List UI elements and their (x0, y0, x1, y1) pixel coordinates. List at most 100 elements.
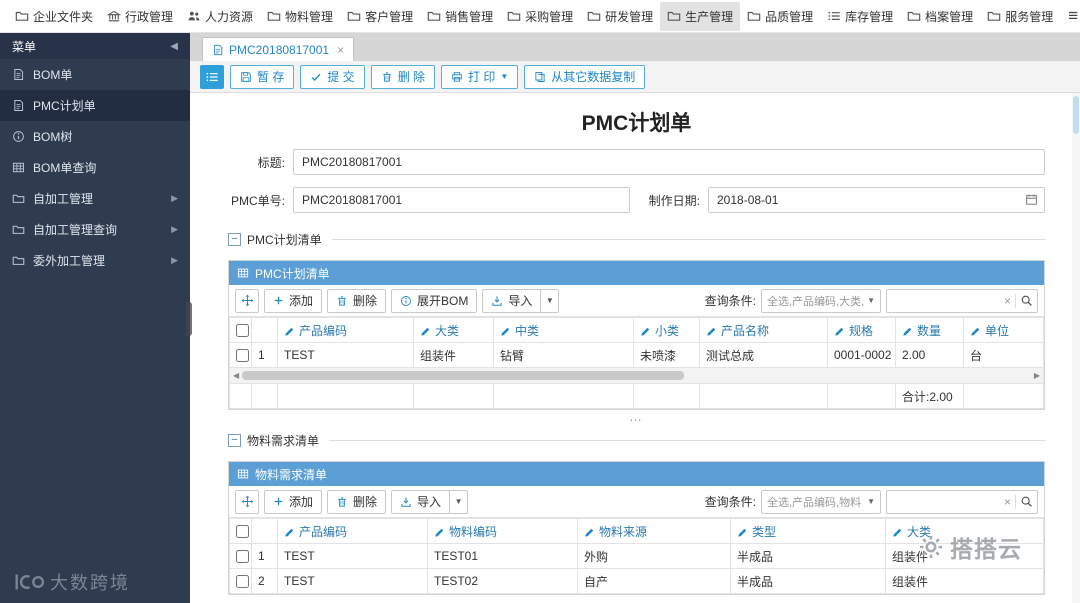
cell-product-name[interactable]: 测试总成 (699, 342, 828, 368)
column-header[interactable]: 产品编码 (277, 317, 414, 343)
column-header[interactable]: 产品编码 (277, 518, 428, 544)
delete-row-button[interactable]: 删除 (327, 288, 387, 313)
sidebar-item-bom[interactable]: BOM单 (0, 59, 190, 90)
search-icon[interactable] (1020, 495, 1033, 508)
hamburger-menu-icon[interactable]: ≡ (1060, 6, 1080, 26)
expand-grid-button[interactable] (235, 288, 259, 313)
table-row[interactable]: 2 TEST TEST02 自产 半成品 组装件 (229, 568, 1044, 594)
scroll-left-icon[interactable]: ◀ (233, 371, 239, 380)
tab-pmc-document[interactable]: PMC20180817001 × (202, 37, 355, 61)
row-checkbox[interactable] (236, 550, 249, 564)
vertical-scrollbar[interactable] (1072, 93, 1080, 603)
cell-major-class[interactable]: 组装件 (885, 568, 1044, 594)
nav-item-purchase[interactable]: 采购管理 (500, 2, 580, 31)
search-input[interactable] (891, 293, 1000, 308)
nav-item-enterprise-folder[interactable]: 企业文件夹 (8, 2, 100, 31)
import-dropdown-button[interactable]: ▼ (541, 288, 560, 313)
cell-major-class[interactable]: 组装件 (413, 342, 494, 368)
cell-material-source[interactable]: 自产 (577, 568, 731, 594)
pmc-number-input[interactable] (293, 187, 630, 213)
calendar-icon[interactable] (1025, 193, 1038, 206)
column-header[interactable]: 规格 (827, 317, 896, 343)
sidebar-item-outsourcing[interactable]: 委外加工管理 ▶ (0, 245, 190, 276)
column-header[interactable]: 单位 (963, 317, 1044, 343)
nav-item-archives[interactable]: 档案管理 (900, 2, 980, 31)
column-header[interactable]: 产品名称 (699, 317, 828, 343)
nav-item-inventory[interactable]: 库存管理 (820, 2, 900, 31)
select-all-checkbox[interactable] (236, 324, 249, 338)
sidebar-item-self-processing[interactable]: 自加工管理 ▶ (0, 183, 190, 214)
nav-item-service[interactable]: 服务管理 (980, 2, 1060, 31)
cell-product-code[interactable]: TEST (277, 543, 428, 569)
collapse-minus-icon[interactable]: − (228, 233, 241, 246)
sidebar-collapse-icon[interactable]: ◀ (170, 41, 178, 52)
cell-material-source[interactable]: 外购 (577, 543, 731, 569)
import-button[interactable]: 导入 (482, 288, 542, 313)
cell-product-code[interactable]: TEST (277, 342, 414, 368)
column-header[interactable]: 大类 (413, 317, 494, 343)
collapse-minus-icon[interactable]: − (228, 434, 241, 447)
column-header[interactable]: 物料来源 (577, 518, 731, 544)
sidebar-item-bom-query[interactable]: BOM单查询 (0, 152, 190, 183)
expand-grid-button[interactable] (235, 489, 259, 514)
cell-material-code[interactable]: TEST01 (427, 543, 578, 569)
column-header[interactable]: 大类 (885, 518, 1044, 544)
cell-type[interactable]: 半成品 (730, 568, 886, 594)
print-button[interactable]: 打 印 ▼ (441, 64, 519, 89)
table-row[interactable]: 1 TEST TEST01 外购 半成品 组装件 (229, 543, 1044, 569)
cell-type[interactable]: 半成品 (730, 543, 886, 569)
scrollbar-track[interactable] (242, 371, 1031, 380)
cell-unit[interactable]: 台 (963, 342, 1044, 368)
row-checkbox[interactable] (236, 349, 249, 363)
cell-major-class[interactable]: 组装件 (885, 543, 1044, 569)
search-icon[interactable] (1020, 294, 1033, 307)
table-row[interactable]: 1 TEST 组装件 钻臂 未喷漆 测试总成 0001-0002 2.00 台 (229, 342, 1044, 368)
nav-item-sales[interactable]: 销售管理 (420, 2, 500, 31)
delete-row-button[interactable]: 删除 (327, 489, 387, 514)
expand-bom-button[interactable]: 展开BOM (391, 288, 478, 313)
nav-item-hr[interactable]: 人力资源 (180, 2, 260, 31)
panel-resize-dots[interactable]: … (228, 410, 1045, 424)
select-all-checkbox[interactable] (236, 525, 249, 539)
save-draft-button[interactable]: 暂 存 (230, 64, 295, 89)
column-header[interactable]: 小类 (633, 317, 700, 343)
column-header[interactable]: 类型 (730, 518, 886, 544)
clear-icon[interactable]: × (1004, 495, 1011, 509)
clear-icon[interactable]: × (1004, 294, 1011, 308)
nav-item-quality[interactable]: 品质管理 (740, 2, 820, 31)
cell-product-code[interactable]: TEST (277, 568, 428, 594)
column-header[interactable]: 中类 (493, 317, 634, 343)
nav-item-rnd[interactable]: 研发管理 (580, 2, 660, 31)
sidebar-item-self-processing-query[interactable]: 自加工管理查询 ▶ (0, 214, 190, 245)
sidebar-item-pmc-plan[interactable]: PMC计划单 (0, 90, 190, 121)
title-input[interactable] (293, 149, 1045, 175)
search-input[interactable] (891, 494, 1000, 509)
delete-button[interactable]: 删 除 (370, 64, 436, 89)
add-row-button[interactable]: 添加 (264, 288, 323, 313)
row-checkbox[interactable] (236, 575, 249, 589)
add-row-button[interactable]: 添加 (264, 489, 323, 514)
scrollbar-thumb[interactable] (242, 371, 684, 380)
list-view-button[interactable] (200, 64, 224, 89)
cell-mid-class[interactable]: 钻臂 (493, 342, 634, 368)
cell-spec[interactable]: 0001-0002 (827, 342, 896, 368)
nav-item-material[interactable]: 物料管理 (260, 2, 340, 31)
nav-item-customer[interactable]: 客户管理 (340, 2, 420, 31)
cell-material-code[interactable]: TEST02 (427, 568, 578, 594)
submit-button[interactable]: 提 交 (300, 64, 365, 89)
sidebar-resize-handle[interactable] (186, 302, 192, 336)
query-field-select[interactable]: 全选,产品编码,物料 ▼ (761, 489, 881, 514)
copy-from-other-button[interactable]: 从其它数据复制 (524, 64, 646, 89)
nav-item-admin[interactable]: 行政管理 (100, 2, 180, 31)
sidebar-item-bom-tree[interactable]: BOM树 (0, 121, 190, 152)
scrollbar-thumb[interactable] (1073, 96, 1079, 134)
column-header[interactable]: 数量 (895, 317, 964, 343)
import-dropdown-button[interactable]: ▼ (450, 489, 469, 514)
make-date-input[interactable] (708, 187, 1045, 213)
column-header[interactable]: 物料编码 (427, 518, 578, 544)
cell-minor-class[interactable]: 未喷漆 (633, 342, 700, 368)
tab-close-icon[interactable]: × (337, 43, 344, 57)
import-button[interactable]: 导入 (391, 489, 451, 514)
nav-item-production[interactable]: 生产管理 (660, 1, 741, 31)
query-field-select[interactable]: 全选,产品编码,大类, ▼ (761, 288, 881, 313)
